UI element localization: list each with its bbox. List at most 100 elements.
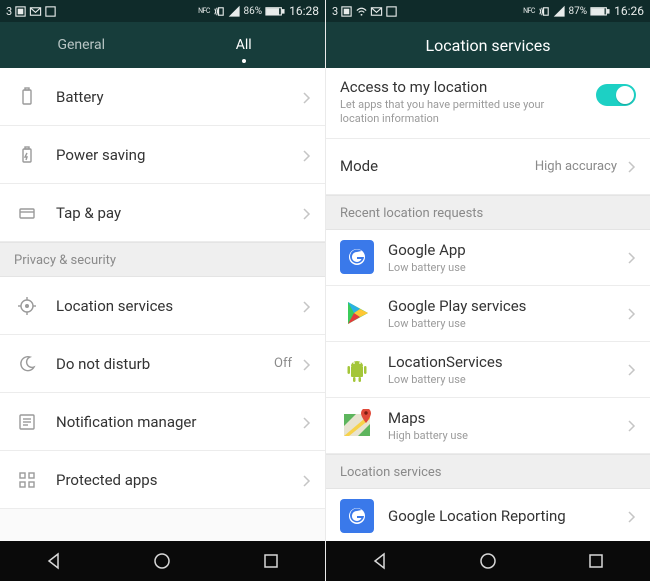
vibrate-icon [213, 5, 226, 18]
row-google-location-reporting[interactable]: Google Location Reporting [326, 489, 650, 542]
nav-recent[interactable] [241, 541, 301, 581]
row-locationservices-app[interactable]: LocationServices Low battery use [326, 342, 650, 398]
toggle-access-location[interactable] [596, 84, 636, 106]
row-label: LocationServices [388, 353, 627, 371]
row-do-not-disturb[interactable]: Do not disturb Off [0, 335, 325, 393]
battery-icon [265, 5, 285, 18]
protected-apps-icon [14, 467, 40, 493]
chevron-right-icon [302, 206, 311, 220]
row-access-my-location[interactable]: Access to my location Let apps that you … [326, 68, 650, 139]
chevron-right-icon [627, 250, 636, 264]
row-label: Do not disturb [56, 355, 274, 373]
header: Location services [326, 22, 650, 68]
page-title: Location services [326, 36, 650, 55]
chevron-right-icon [302, 415, 311, 429]
signal-icon [553, 5, 566, 18]
chevron-right-icon [627, 362, 636, 376]
row-notification-manager[interactable]: Notification manager [0, 393, 325, 451]
row-label: Protected apps [56, 471, 302, 489]
chevron-right-icon [302, 473, 311, 487]
carrier-label: 3 [6, 5, 12, 18]
row-label: Maps [388, 409, 627, 427]
play-services-icon [340, 296, 374, 330]
phone-right: 3 NFC 87% 16:26 Location services Access… [325, 0, 650, 581]
row-google-play-services[interactable]: Google Play services Low battery use [326, 286, 650, 342]
moon-icon [14, 351, 40, 377]
settings-list: Battery Power saving Tap & pay Privacy &… [0, 68, 325, 541]
nav-bar [0, 541, 325, 581]
nav-home[interactable] [132, 541, 192, 581]
vibrate-icon [538, 5, 551, 18]
android-icon [340, 352, 374, 386]
clock: 16:26 [614, 4, 644, 18]
header-tabs: General All [0, 22, 325, 68]
row-value: Off [274, 356, 292, 371]
row-sublabel: High battery use [388, 429, 627, 442]
row-label: Notification manager [56, 413, 302, 431]
row-location-services[interactable]: Location services [0, 277, 325, 335]
row-maps[interactable]: Maps High battery use [326, 398, 650, 454]
status-bar: 3 NFC 87% 16:26 [326, 0, 650, 22]
row-label: Location services [56, 297, 302, 315]
settings-icon [385, 5, 398, 18]
battery-percent: 87% [569, 6, 588, 17]
location-services-list: Access to my location Let apps that you … [326, 68, 650, 541]
row-google-app[interactable]: Google App Low battery use [326, 230, 650, 286]
battery-icon [590, 5, 610, 18]
row-battery[interactable]: Battery [0, 68, 325, 126]
nfc-icon: NFC [198, 5, 211, 18]
row-label: Google Play services [388, 297, 627, 315]
wifi-icon [355, 5, 368, 18]
row-sublabel: Low battery use [388, 317, 627, 330]
chevron-right-icon [627, 418, 636, 432]
nav-bar [326, 541, 650, 581]
tab-general[interactable]: General [0, 22, 163, 68]
mail-icon [29, 5, 42, 18]
row-label: Access to my location [340, 78, 586, 96]
chevron-right-icon [627, 509, 636, 523]
row-label: Tap & pay [56, 204, 302, 222]
row-sublabel: Low battery use [388, 373, 627, 386]
row-label: Google Location Reporting [388, 507, 627, 525]
row-label: Mode [340, 157, 535, 175]
signal-icon [228, 5, 241, 18]
chevron-right-icon [627, 306, 636, 320]
chevron-right-icon [302, 148, 311, 162]
notification-manager-icon [14, 409, 40, 435]
chevron-right-icon [302, 357, 311, 371]
row-label: Battery [56, 88, 302, 106]
tab-indicator-dot [242, 59, 246, 63]
screenshot-icon [14, 5, 27, 18]
google-settings-icon [340, 499, 374, 533]
chevron-right-icon [627, 159, 636, 173]
tab-all[interactable]: All [163, 22, 326, 68]
chevron-right-icon [302, 299, 311, 313]
row-protected-apps[interactable]: Protected apps [0, 451, 325, 509]
battery-icon [14, 84, 40, 110]
power-saving-icon [14, 142, 40, 168]
nav-back[interactable] [24, 541, 84, 581]
nfc-icon: NFC [523, 5, 536, 18]
nav-back[interactable] [350, 541, 410, 581]
tap-pay-icon [14, 200, 40, 226]
row-power-saving[interactable]: Power saving [0, 126, 325, 184]
row-label: Power saving [56, 146, 302, 164]
google-app-icon [340, 240, 374, 274]
nav-home[interactable] [458, 541, 518, 581]
section-privacy-security: Privacy & security [0, 242, 325, 277]
screenshot-icon [340, 5, 353, 18]
mail-icon [370, 5, 383, 18]
row-value: High accuracy [535, 159, 617, 174]
battery-percent: 86% [244, 6, 263, 17]
settings-icon [44, 5, 57, 18]
clock: 16:28 [289, 4, 319, 18]
row-tap-pay[interactable]: Tap & pay [0, 184, 325, 242]
row-description: Let apps that you have permitted use you… [340, 98, 586, 126]
maps-icon [340, 408, 374, 442]
row-label: Google App [388, 241, 627, 259]
section-location-services: Location services [326, 454, 650, 489]
status-bar: 3 NFC 86% 16:28 [0, 0, 325, 22]
nav-recent[interactable] [566, 541, 626, 581]
carrier-label: 3 [332, 5, 338, 18]
row-mode[interactable]: Mode High accuracy [326, 139, 650, 195]
